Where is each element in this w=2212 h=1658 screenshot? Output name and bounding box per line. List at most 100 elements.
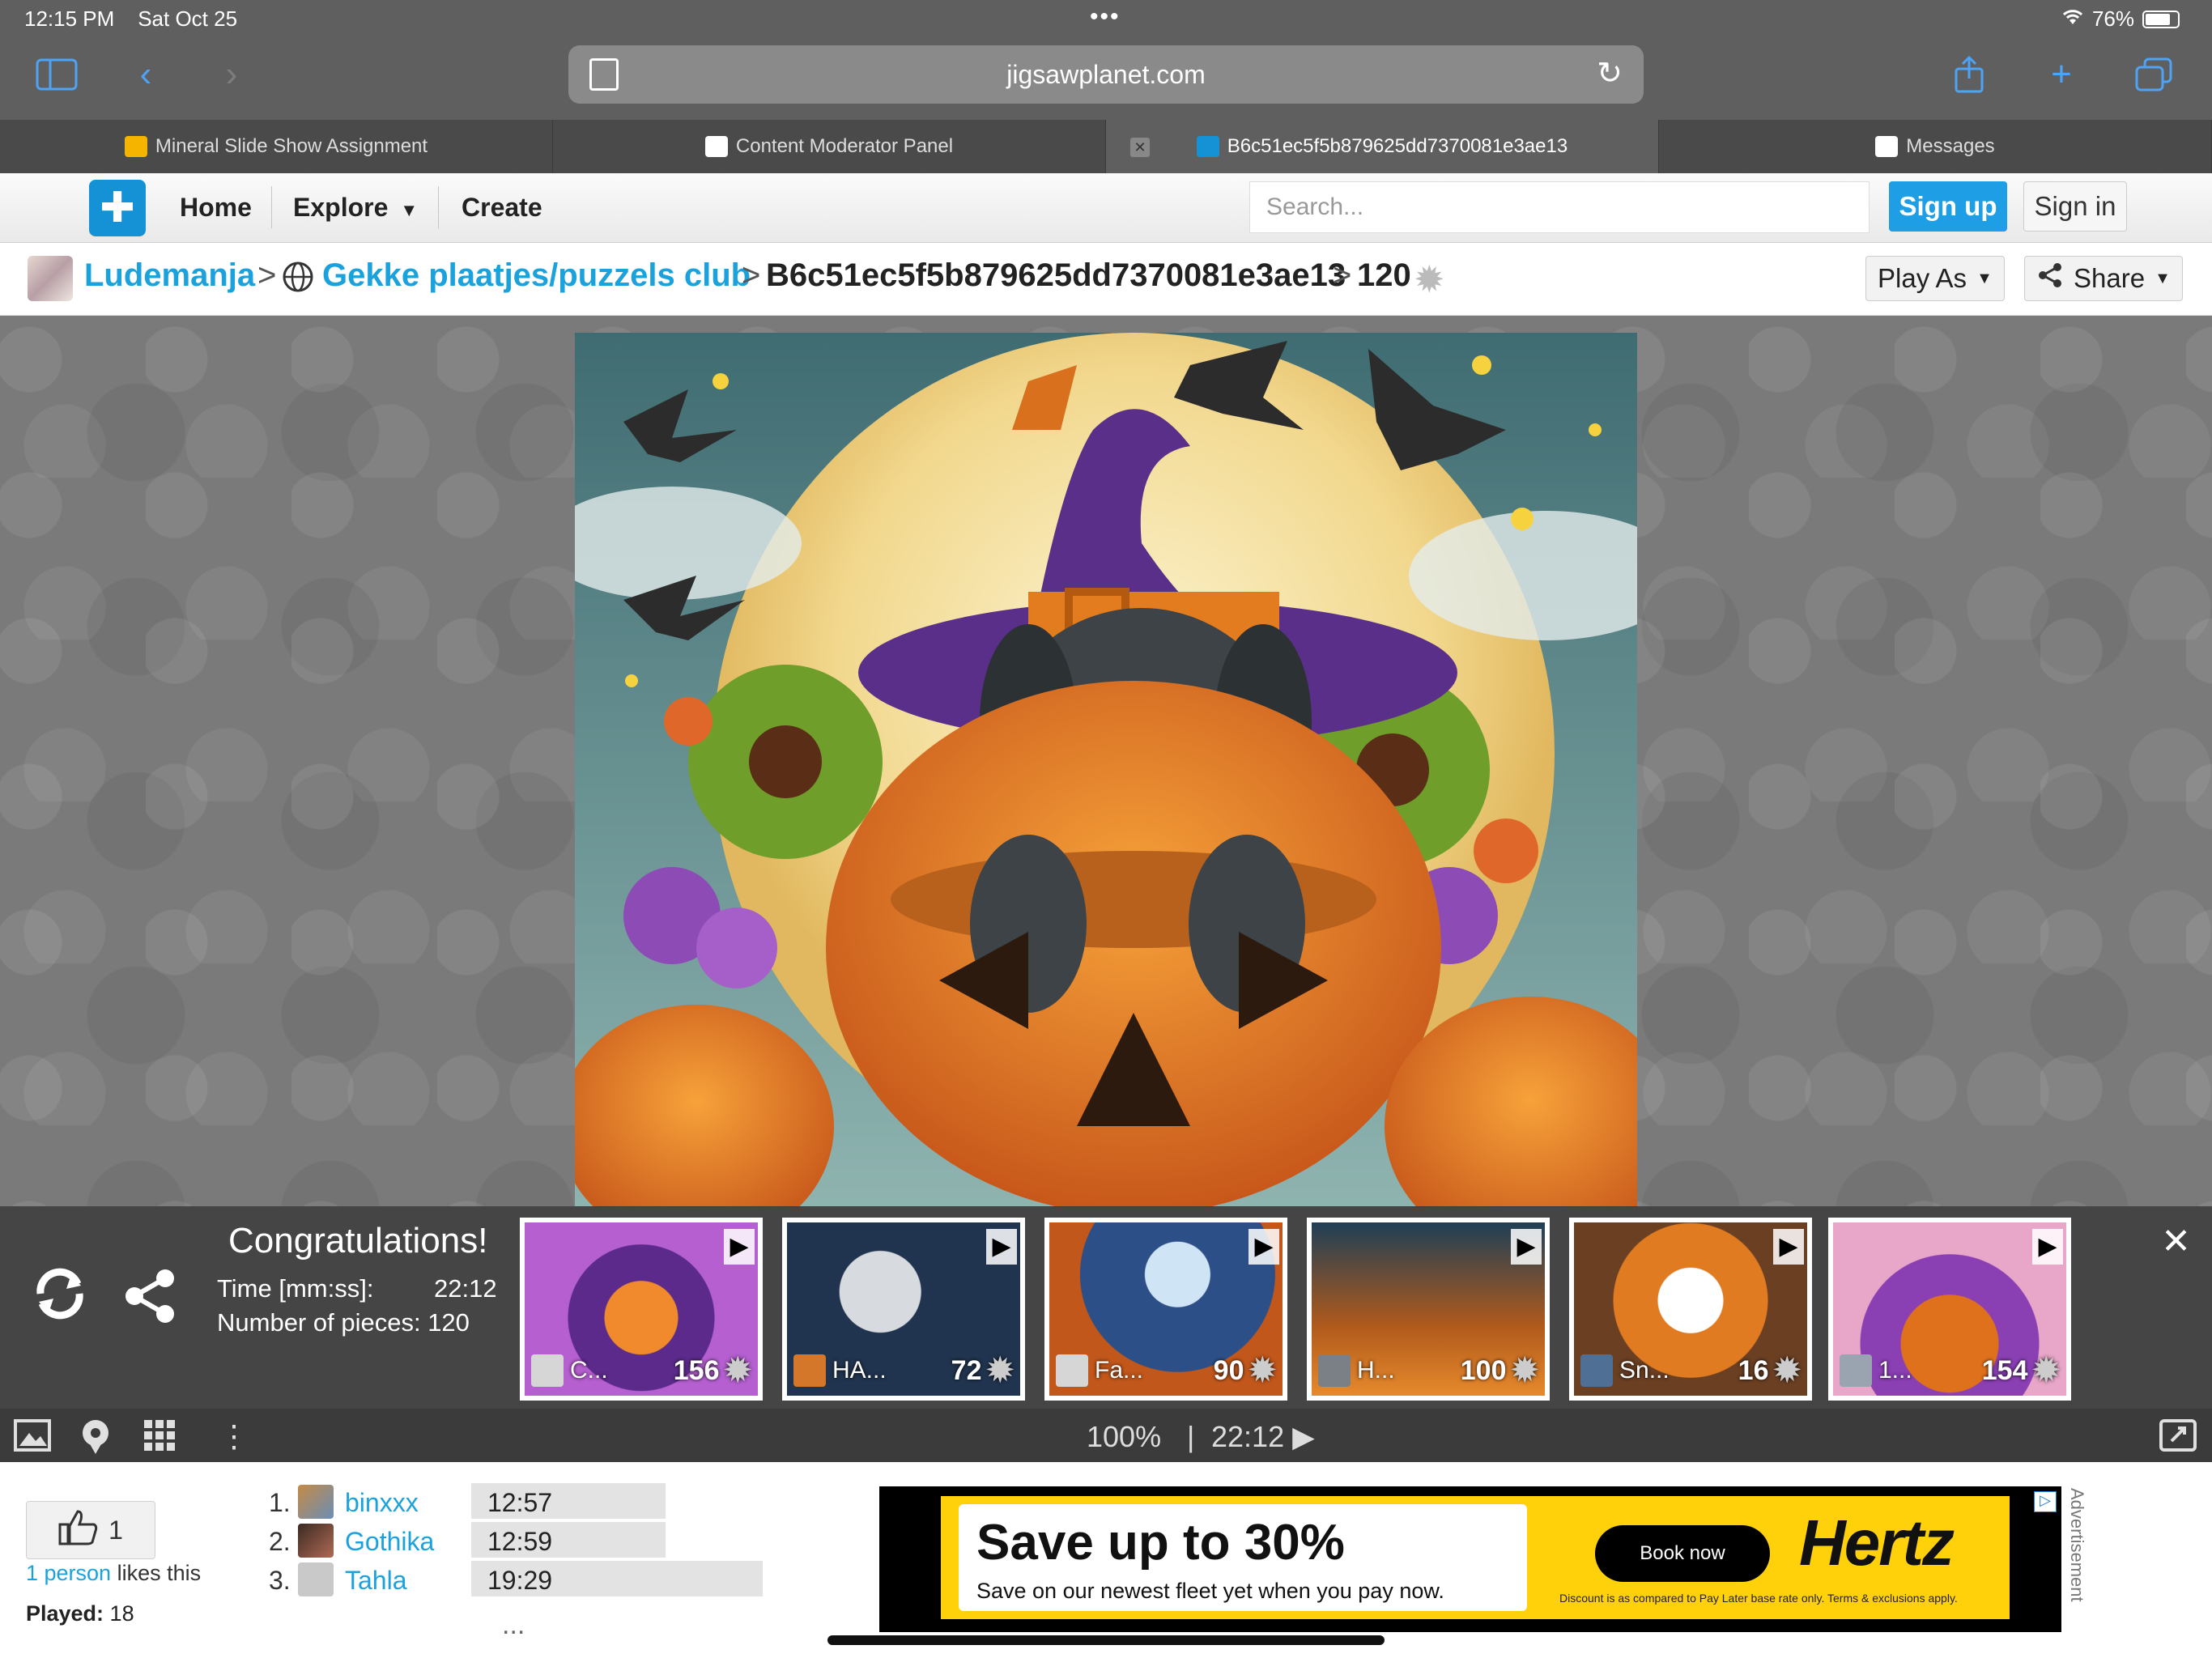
play-arrow-icon[interactable]: ▶ — [1511, 1229, 1542, 1265]
likes-text: likes this — [111, 1561, 202, 1585]
browser-chrome: 12:15 PM Sat Oct 25 ••• 76% ‹ › jigsawpl… — [0, 0, 2212, 120]
chevron-right-icon: > — [1333, 257, 1352, 293]
address-bar[interactable]: jigsawplanet.com ↻ — [568, 45, 1644, 104]
tab-content-moderator[interactable]: Content Moderator Panel — [553, 120, 1106, 173]
player-avatar[interactable] — [298, 1485, 334, 1519]
nav-home[interactable]: Home — [180, 193, 252, 223]
leaderboard-more[interactable]: ... — [502, 1609, 525, 1641]
ghost-image-icon[interactable] — [78, 1418, 113, 1462]
completed-puzzle-image[interactable] — [575, 333, 1637, 1207]
played-count: Played: 18 — [26, 1601, 134, 1626]
jigsawplanet-logo-icon[interactable]: ✚ — [89, 180, 146, 236]
nav-explore[interactable]: Explore ▼ — [293, 193, 418, 223]
leaderboard-rank: 1. — [269, 1488, 291, 1517]
sign-up-button[interactable]: Sign up — [1889, 181, 2007, 232]
close-panel-icon[interactable]: ✕ — [2161, 1221, 2191, 1262]
tab-mineral-slide-show[interactable]: Mineral Slide Show Assignment — [0, 120, 553, 173]
player-avatar[interactable] — [298, 1562, 334, 1596]
caret-down-icon: ▼ — [395, 200, 419, 220]
ad-book-now-button[interactable]: Book now — [1595, 1525, 1770, 1582]
url-text: jigsawplanet.com — [1006, 60, 1206, 89]
globe-icon — [282, 257, 314, 301]
like-button[interactable]: 1 — [26, 1501, 155, 1559]
site-header: ✚ Home Explore ▼ Create Search... Sign u… — [0, 173, 2212, 243]
play-as-dropdown[interactable]: Play As ▼ — [1865, 256, 2005, 301]
puzzle-piece-icon: ✹ — [1414, 258, 1445, 300]
thumbs-up-icon — [58, 1508, 99, 1552]
share-result-icon[interactable] — [121, 1266, 180, 1341]
tab-puzzle-active[interactable]: ✕ B6c51ec5f5b879625dd7370081e3ae13 — [1106, 120, 1659, 173]
share-sheet-icon[interactable] — [1945, 50, 1993, 99]
player-name[interactable]: binxxx — [345, 1488, 419, 1518]
tab-overview-icon[interactable] — [2129, 50, 2178, 99]
ad-subline: Save on our newest fleet yet when you pa… — [976, 1579, 1444, 1603]
fullscreen-icon[interactable] — [2159, 1418, 2197, 1460]
breadcrumb: Ludemanja > Gekke plaatjes/puzzels club … — [0, 243, 2212, 316]
puzzle-piece-icon: ✹ — [2032, 1353, 2060, 1388]
tab-label: Mineral Slide Show Assignment — [155, 135, 428, 157]
suggested-puzzle-card[interactable]: ▶ C... 156 ✹ — [520, 1218, 763, 1401]
breadcrumb-pieces: 120 — [1357, 257, 1411, 293]
suggestion-title: Fa... — [1095, 1357, 1144, 1384]
suggested-puzzle-card[interactable]: ▶ H... 100 ✹ — [1307, 1218, 1550, 1401]
suggestion-caption: Sn... 16 ✹ — [1580, 1352, 1801, 1389]
puzzle-icon — [1196, 136, 1219, 157]
puzzle-info-section: 1 1 person likes this Played: 18 1. binx… — [0, 1462, 2212, 1658]
puzzle-piece-icon: ✹ — [1249, 1353, 1276, 1388]
sign-in-button[interactable]: Sign in — [2023, 181, 2127, 232]
caret-down-icon: ▼ — [2155, 269, 2171, 287]
share-label: Share — [2074, 263, 2146, 293]
back-icon[interactable]: ‹ — [121, 50, 170, 99]
new-tab-icon[interactable]: + — [2037, 50, 2086, 99]
play-arrow-icon[interactable]: ▶ — [724, 1229, 755, 1265]
preview-image-icon[interactable] — [13, 1418, 52, 1460]
completion-panel: Congratulations! Time [mm:ss]: 22:12 Num… — [0, 1206, 2212, 1409]
search-input[interactable]: Search... — [1249, 181, 1870, 233]
suggestion-pieces: 154 — [1981, 1354, 2028, 1386]
suggestion-pieces: 100 — [1460, 1354, 1507, 1386]
tab-messages[interactable]: Messages — [1659, 120, 2212, 173]
breadcrumb-club[interactable]: Gekke plaatjes/puzzels club — [322, 257, 751, 294]
nav-create[interactable]: Create — [462, 193, 542, 223]
toolbar-divider: | — [1187, 1420, 1195, 1453]
close-tab-icon[interactable]: ✕ — [1130, 138, 1150, 157]
chevron-right-icon: > — [742, 257, 761, 293]
breadcrumb-user[interactable]: Ludemanja — [84, 257, 255, 294]
suggestion-caption: Fa... 90 ✹ — [1056, 1352, 1276, 1389]
wifi-icon — [2061, 6, 2084, 32]
suggestion-title: 1... — [1878, 1357, 1912, 1384]
suggestion-pieces: 72 — [951, 1354, 982, 1386]
play-arrow-icon[interactable]: ▶ — [1249, 1229, 1279, 1265]
puzzle-timer[interactable]: 22:12 ▶ — [1211, 1420, 1315, 1454]
advertisement-banner[interactable]: Save up to 30% Save on our newest fleet … — [879, 1486, 2061, 1632]
multitask-dots[interactable]: ••• — [1090, 3, 1121, 31]
user-avatar[interactable] — [28, 256, 73, 301]
suggested-puzzle-card[interactable]: ▶ Fa... 90 ✹ — [1044, 1218, 1287, 1401]
slides-icon — [124, 136, 147, 157]
time-label: Time [mm:ss]: — [217, 1274, 374, 1303]
suggested-puzzle-card[interactable]: ▶ HA... 72 ✹ — [782, 1218, 1025, 1401]
player-avatar[interactable] — [298, 1524, 334, 1558]
reload-icon[interactable]: ↻ — [1597, 55, 1623, 91]
player-name[interactable]: Tahla — [345, 1566, 407, 1596]
suggested-puzzle-card[interactable]: ▶ Sn... 16 ✹ — [1569, 1218, 1812, 1401]
forward-icon[interactable]: › — [207, 50, 256, 99]
home-indicator[interactable] — [827, 1635, 1385, 1645]
puzzle-piece-icon: ✹ — [986, 1353, 1014, 1388]
play-arrow-icon[interactable]: ▶ — [986, 1229, 1017, 1265]
like-count: 1 — [108, 1515, 123, 1545]
pieces-label: Number of pieces: — [217, 1308, 421, 1337]
more-options-icon[interactable]: ⋮ — [219, 1418, 249, 1455]
share-dropdown[interactable]: Share ▼ — [2024, 256, 2183, 301]
play-arrow-icon[interactable]: ▶ — [1773, 1229, 1804, 1265]
suggested-puzzle-card[interactable]: ▶ 1... 154 ✹ — [1828, 1218, 2071, 1401]
grid-icon[interactable] — [143, 1418, 177, 1460]
player-name[interactable]: Gothika — [345, 1527, 434, 1557]
play-arrow-icon[interactable]: ▶ — [2032, 1229, 2063, 1265]
restart-icon[interactable] — [29, 1263, 91, 1340]
adchoices-icon[interactable]: ▷ — [2034, 1491, 2057, 1512]
likers-link[interactable]: 1 person — [26, 1561, 111, 1585]
dog-icon — [1875, 136, 1899, 157]
ad-fine-print: Discount is as compared to Pay Later bas… — [1559, 1592, 1958, 1605]
sidebar-toggle-icon[interactable] — [32, 50, 81, 99]
